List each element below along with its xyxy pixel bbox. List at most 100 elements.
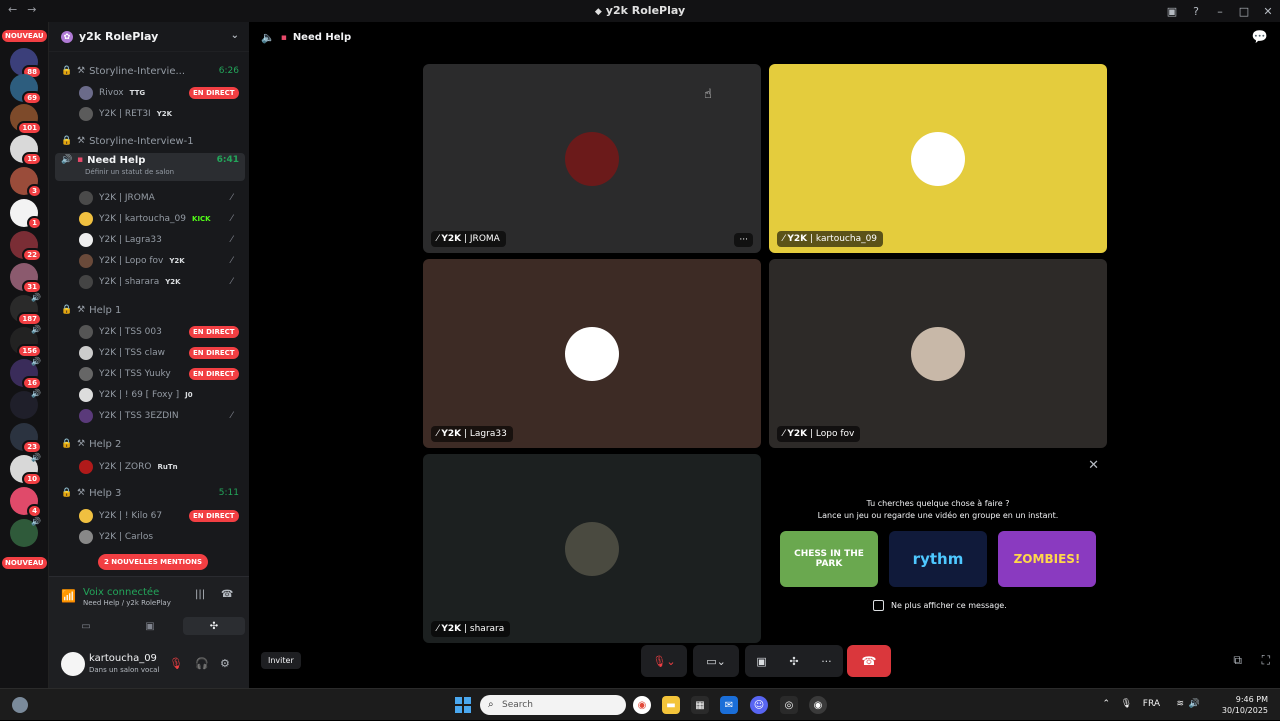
avatar[interactable] xyxy=(61,652,85,676)
chevron-up-icon[interactable]: ⌃ xyxy=(1102,699,1110,709)
language-indicator[interactable]: FRA xyxy=(1143,699,1160,709)
minimize-button[interactable]: – xyxy=(1208,5,1232,18)
activities-icon[interactable]: ✣ xyxy=(789,655,798,668)
app-icon[interactable]: ◎ xyxy=(780,696,798,714)
server-icon[interactable]: 🔊 xyxy=(10,389,41,419)
activity-card-chess[interactable]: CHESS IN THE PARK xyxy=(780,531,878,587)
chrome-icon[interactable]: ◉ xyxy=(809,696,827,714)
channel-header: 🔈 ▪ Need Help xyxy=(261,31,351,44)
hang-up-button[interactable]: ☎ xyxy=(847,645,891,677)
screen-share-icon[interactable]: ▣ xyxy=(1160,5,1184,18)
channel-help-3[interactable]: 🔒 ⚒ Help 3 5:11 xyxy=(55,483,245,503)
activity-prompt: Tu cherches quelque chose à faire ? Lance… xyxy=(817,499,1059,520)
camera-button[interactable]: ▭ xyxy=(55,617,117,635)
lock-icon: 🔒 xyxy=(61,136,73,146)
chat-icon[interactable]: 💬 xyxy=(1252,30,1268,45)
help-icon[interactable]: ? xyxy=(1184,5,1208,18)
camera-off-icon: ▭ xyxy=(81,620,91,632)
channel-help-1[interactable]: 🔒 ⚒ Help 1 xyxy=(55,300,245,320)
server-icon[interactable]: 22 xyxy=(10,231,42,262)
video-tile[interactable]: ⁄ Y2K | Lopo fov xyxy=(769,259,1107,448)
server-avatar-icon: ✿ xyxy=(61,30,73,43)
discord-icon[interactable]: ☺ xyxy=(750,696,768,714)
close-window-button[interactable]: ✕ xyxy=(1256,5,1280,18)
fullscreen-icon[interactable]: ⛶ xyxy=(1262,653,1270,668)
share-screen-button[interactable]: ▣ xyxy=(119,617,181,635)
wifi-icon[interactable]: ≋ xyxy=(1176,699,1184,709)
channel-status[interactable]: Définir un statut de salon xyxy=(85,168,174,176)
server-icon[interactable]: 31 xyxy=(10,263,42,294)
server-header[interactable]: ✿ y2k RolePlay ⌄ xyxy=(49,22,249,52)
live-badge: EN DIRECT xyxy=(189,346,239,359)
back-icon[interactable]: ← xyxy=(8,3,17,16)
server-icon[interactable]: 23 xyxy=(10,423,42,454)
app-logo-icon: ◆ xyxy=(594,7,602,17)
more-icon[interactable]: ··· xyxy=(821,655,832,668)
close-icon[interactable]: ✕ xyxy=(1088,458,1099,473)
speaker-icon: 🔊 xyxy=(31,357,41,366)
server-icon[interactable]: 🔊 156 xyxy=(10,325,42,358)
store-icon[interactable]: ▦ xyxy=(691,696,709,714)
weather-widget-icon[interactable] xyxy=(12,697,28,713)
server-name: y2k RolePlay xyxy=(79,30,159,43)
screen-share-icon[interactable]: ▣ xyxy=(756,655,766,668)
forward-icon[interactable]: → xyxy=(27,3,36,16)
gear-icon[interactable]: ⚙ xyxy=(220,657,230,670)
activity-card-rythm[interactable]: rythm xyxy=(889,531,987,587)
chevron-down-icon[interactable]: ⌄ xyxy=(231,30,239,41)
noise-suppression-icon[interactable]: ||| xyxy=(195,589,205,600)
title-bar: ← → ◆ y2k RolePlay ▣ ? – □ ✕ xyxy=(0,0,1280,22)
file-explorer-icon[interactable]: ▬ xyxy=(662,696,680,714)
avatar xyxy=(79,324,93,339)
video-tile[interactable]: ⁄ Y2K | Lagra33 xyxy=(423,259,761,448)
video-tile[interactable]: ⁄ Y2K | kartoucha_09 xyxy=(769,64,1107,253)
invite-button[interactable]: Inviter xyxy=(261,652,301,669)
server-icon[interactable]: 88 xyxy=(10,48,42,79)
video-tile[interactable]: ⁄ Y2K | sharara xyxy=(423,454,761,643)
username[interactable]: kartoucha_09 xyxy=(89,653,157,664)
dont-show-label[interactable]: Ne plus afficher ce message. xyxy=(891,601,1007,610)
server-icon[interactable]: 🔊 16 xyxy=(10,357,42,390)
voice-location[interactable]: Need Help / y2k RolePlay xyxy=(83,599,171,607)
new-badge: NOUVEAU xyxy=(2,557,47,569)
server-icon[interactable]: 🔊 xyxy=(10,517,41,547)
start-button[interactable] xyxy=(455,697,471,713)
more-options-button[interactable]: ··· xyxy=(734,233,753,247)
mic-toggle-button[interactable]: 🎙⌄ xyxy=(641,645,687,677)
camera-toggle-button[interactable]: ▭⌄ xyxy=(693,645,739,677)
hammer-icon: ⚒ xyxy=(77,439,86,449)
mic-icon[interactable]: 🎙 xyxy=(1121,699,1132,709)
popout-icon[interactable]: ⧉ xyxy=(1233,653,1242,668)
search-input[interactable]: ⌕ Search xyxy=(480,695,626,715)
activities-button[interactable]: ✣ xyxy=(183,617,245,635)
channel-need-help[interactable]: 🔊 ▪ Need Help 6:41 Définir un statut de sal… xyxy=(55,153,245,181)
server-icon[interactable]: 3 xyxy=(10,167,42,198)
mail-icon[interactable]: ✉ xyxy=(720,696,738,714)
chrome-icon[interactable]: ◉ xyxy=(633,696,651,714)
server-icon[interactable]: 101 xyxy=(10,104,42,135)
channel-help-2[interactable]: 🔒 ⚒ Help 2 xyxy=(55,434,245,454)
server-icon[interactable]: 4 xyxy=(10,487,42,518)
headphones-icon[interactable]: 🎧 xyxy=(195,657,209,670)
server-icon[interactable]: 69 xyxy=(10,74,42,105)
avatar xyxy=(79,190,93,205)
server-icon[interactable]: 🔊 10 xyxy=(10,453,42,486)
channel-storyline-interview-1[interactable]: 🔒 ⚒ Storyline-Interview-1 xyxy=(55,131,245,151)
server-icon[interactable]: 15 xyxy=(10,135,42,166)
avatar xyxy=(79,366,93,381)
mic-muted-icon[interactable]: 🎙 xyxy=(169,657,183,670)
activity-card-zombies[interactable]: ZOMBIES! xyxy=(998,531,1096,587)
clock[interactable]: 9:46 PM 30/10/2025 xyxy=(1222,694,1268,716)
volume-icon[interactable]: 🔊 xyxy=(1189,699,1200,709)
channel-storyline-interview[interactable]: 🔒 ⚒ Storyline-Intervie... 6:26 xyxy=(55,61,245,81)
new-mentions-pill[interactable]: 2 NOUVELLES MENTIONS xyxy=(98,554,209,570)
muted-icon: ⁄ xyxy=(231,255,233,266)
disconnect-icon[interactable]: ☎ xyxy=(221,589,233,600)
server-icon[interactable]: 1 xyxy=(10,199,42,230)
voice-stage: 🔈 ▪ Need Help 💬 ⁄ Y2K | JROMA ··· ⁄ Y2K … xyxy=(249,22,1280,688)
avatar xyxy=(565,131,619,186)
signal-icon[interactable]: 📶 xyxy=(61,589,76,603)
maximize-button[interactable]: □ xyxy=(1232,5,1256,18)
server-icon[interactable]: 🔊 187 xyxy=(10,293,42,326)
dont-show-checkbox[interactable] xyxy=(873,600,884,611)
